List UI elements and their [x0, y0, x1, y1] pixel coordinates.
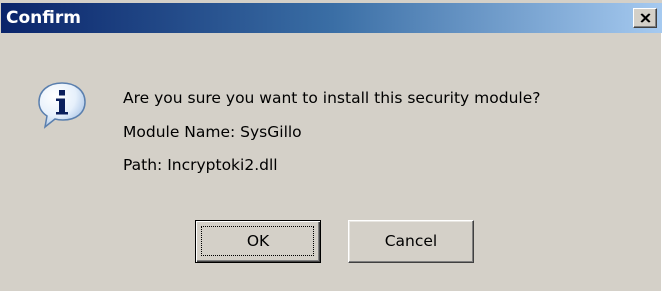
window-title: Confirm [6, 8, 81, 28]
close-icon [640, 13, 651, 23]
module-path-text: Path: Incryptoki2.dll [123, 156, 278, 174]
title-bar[interactable]: Confirm [1, 3, 662, 33]
cancel-button-label: Cancel [384, 232, 438, 250]
confirm-question: Are you sure you want to install this se… [123, 89, 541, 107]
module-name-text: Module Name: SysGillo [123, 123, 302, 141]
confirm-dialog: Confirm Are you sure you want to install… [0, 0, 662, 292]
ok-button-label: OK [246, 232, 270, 250]
cancel-button[interactable]: Cancel [348, 220, 474, 263]
ok-button[interactable]: OK [195, 220, 321, 263]
info-icon [38, 82, 86, 129]
close-button[interactable] [633, 8, 657, 28]
